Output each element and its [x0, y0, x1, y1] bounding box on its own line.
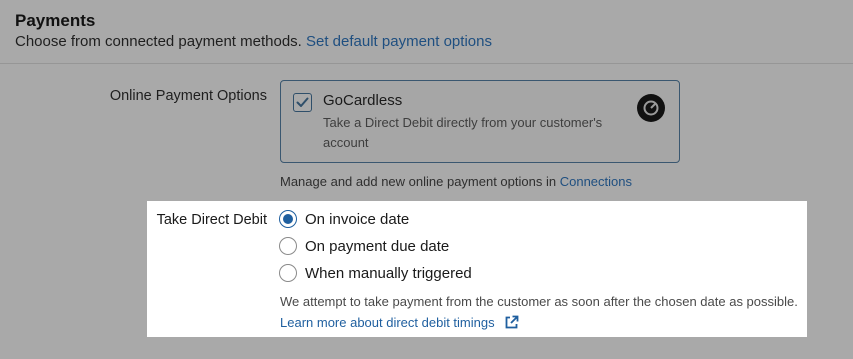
- radio-label: On invoice date: [305, 210, 410, 228]
- header-divider: [0, 63, 853, 64]
- manage-text: Manage and add new online payment option…: [280, 174, 557, 189]
- radio-on-invoice-date[interactable]: On invoice date: [279, 210, 409, 228]
- radio-on-payment-due-date[interactable]: On payment due date: [279, 237, 449, 255]
- online-payment-options-label: Online Payment Options: [109, 88, 267, 104]
- radio-label: On payment due date: [305, 237, 450, 255]
- payments-header: Payments Choose from connected payment m…: [15, 10, 845, 51]
- page-title: Payments: [15, 11, 96, 30]
- checkmark-icon: [296, 97, 309, 107]
- gocardless-title: GoCardless: [323, 92, 403, 109]
- manage-online-options: Manage and add new online payment option…: [280, 174, 632, 189]
- learn-more-link[interactable]: Learn more about direct debit timings: [280, 315, 519, 330]
- gocardless-checkbox[interactable]: [293, 93, 312, 112]
- take-direct-debit-label: Take Direct Debit: [156, 212, 267, 228]
- learn-more-text: Learn more about direct debit timings: [280, 315, 495, 330]
- radio-label: When manually triggered: [305, 264, 472, 282]
- set-default-payment-options-link[interactable]: Set default payment options: [306, 33, 492, 50]
- page-subtitle: Choose from connected payment methods. S…: [15, 33, 845, 51]
- gocardless-description: Take a Direct Debit directly from your c…: [323, 115, 603, 150]
- radio-selected-dot: [283, 214, 293, 224]
- direct-debit-panel: Take Direct Debit On invoice date On pay…: [147, 201, 807, 337]
- connections-link[interactable]: Connections: [560, 174, 632, 189]
- radio-when-manually-triggered[interactable]: When manually triggered: [279, 264, 472, 282]
- direct-debit-note: We attempt to take payment from the cust…: [280, 294, 798, 309]
- subtitle-text: Choose from connected payment methods.: [15, 33, 302, 50]
- radio-button[interactable]: [279, 237, 297, 255]
- gocardless-option-card[interactable]: GoCardless Take a Direct Debit directly …: [280, 80, 680, 163]
- external-link-icon: [505, 315, 519, 329]
- radio-button[interactable]: [279, 210, 297, 228]
- radio-button[interactable]: [279, 264, 297, 282]
- gocardless-logo-icon: [637, 94, 665, 122]
